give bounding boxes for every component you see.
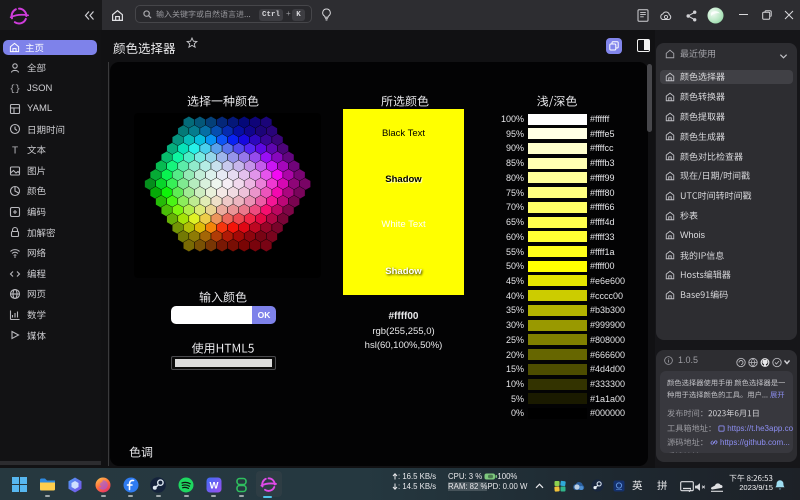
svg-text:W: W [210,480,219,491]
svg-text:{}: {} [10,84,21,94]
svg-text:T: T [12,146,18,157]
